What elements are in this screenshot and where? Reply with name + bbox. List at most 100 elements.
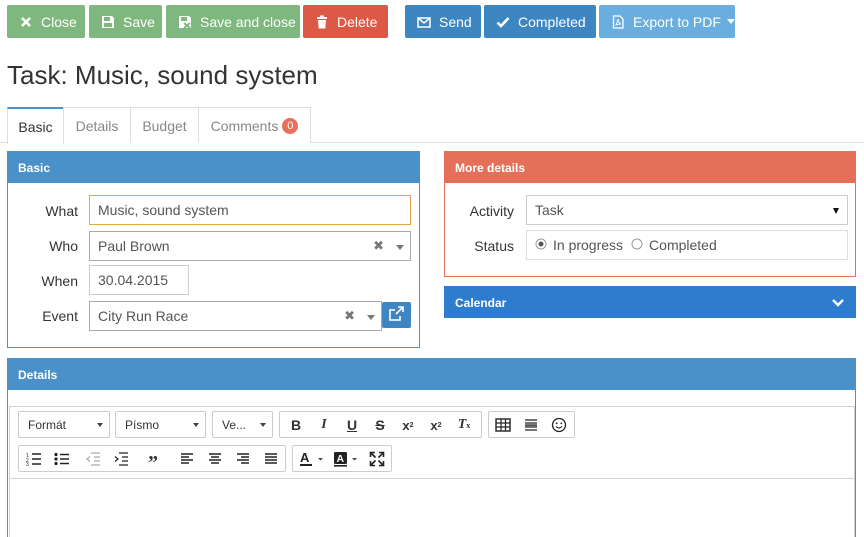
close-button[interactable]: Close bbox=[7, 5, 85, 38]
pdf-file-icon bbox=[611, 14, 625, 29]
tab-basic[interactable]: Basic bbox=[7, 107, 64, 144]
calendar-panel[interactable]: Calendar bbox=[444, 286, 856, 318]
tab-bar: Basic Details Budget Comments 0 bbox=[0, 107, 864, 144]
outdent-icon[interactable] bbox=[83, 450, 103, 468]
calendar-panel-title: Calendar bbox=[455, 295, 507, 310]
superscript-icon[interactable]: x2 bbox=[426, 416, 446, 434]
event-label: Event bbox=[42, 308, 78, 324]
status-radio-group: In progress Completed bbox=[526, 230, 848, 260]
blockquote-icon[interactable]: ” bbox=[143, 450, 163, 474]
checkmark-icon bbox=[496, 15, 510, 29]
font-dropdown[interactable]: Písmo bbox=[115, 411, 206, 438]
horizontal-rule-icon[interactable] bbox=[521, 416, 541, 434]
calendar-panel-header[interactable]: Calendar bbox=[445, 287, 855, 318]
comments-count-badge: 0 bbox=[282, 117, 299, 134]
delete-button[interactable]: Delete bbox=[303, 5, 388, 38]
insert-group bbox=[488, 411, 575, 438]
export-pdf-button[interactable]: Export to PDF bbox=[599, 5, 735, 38]
align-center-icon[interactable] bbox=[205, 450, 225, 468]
font-dropdown-label: Písmo bbox=[125, 417, 160, 432]
when-date-input[interactable]: 30.04.2015 bbox=[89, 265, 189, 295]
underline-icon[interactable]: U bbox=[342, 416, 362, 434]
event-select-value: City Run Race bbox=[98, 308, 189, 324]
status-label: Status bbox=[474, 238, 514, 254]
activity-label: Activity bbox=[469, 203, 514, 219]
basic-panel-title: Basic bbox=[8, 152, 419, 183]
chevron-down-icon[interactable] bbox=[396, 245, 404, 250]
tab-comments[interactable]: Comments 0 bbox=[198, 107, 311, 143]
chevron-down-icon bbox=[97, 423, 103, 427]
radio-completed-label: Completed bbox=[649, 237, 717, 253]
radio-in-progress-label: In progress bbox=[553, 237, 624, 253]
chevron-down-icon[interactable] bbox=[831, 298, 845, 308]
more-details-title: More details bbox=[445, 152, 855, 183]
radio-in-progress[interactable]: In progress bbox=[535, 237, 623, 253]
bold-icon[interactable]: B bbox=[286, 416, 306, 434]
save-and-close-button[interactable]: Save and close bbox=[166, 5, 300, 38]
rich-text-editor: Formát Písmo Ve... B I U S x2 x2 Tx 1 2 … bbox=[9, 406, 855, 537]
who-select-value: Paul Brown bbox=[98, 238, 170, 254]
justify-icon[interactable] bbox=[261, 450, 281, 468]
background-color-icon[interactable]: A bbox=[333, 450, 361, 468]
save-button[interactable]: Save bbox=[89, 5, 162, 38]
svg-text:A: A bbox=[300, 451, 310, 465]
chevron-down-icon[interactable] bbox=[367, 315, 375, 320]
format-dropdown-label: Formát bbox=[28, 417, 67, 432]
editor-toolbar: Formát Písmo Ve... B I U S x2 x2 Tx 1 2 … bbox=[10, 407, 854, 479]
svg-text:A: A bbox=[337, 453, 345, 465]
bulleted-list-icon[interactable] bbox=[52, 450, 72, 468]
close-button-label: Close bbox=[41, 13, 77, 30]
size-dropdown-label: Ve... bbox=[222, 417, 247, 432]
strikethrough-icon[interactable]: S bbox=[370, 416, 390, 434]
details-panel-title: Details bbox=[8, 359, 855, 390]
what-input[interactable]: Music, sound system bbox=[89, 195, 411, 225]
table-icon[interactable] bbox=[493, 416, 513, 434]
remove-format-icon[interactable]: Tx bbox=[454, 416, 474, 434]
open-event-button[interactable] bbox=[382, 302, 411, 328]
radio-completed[interactable]: Completed bbox=[631, 237, 717, 253]
size-dropdown[interactable]: Ve... bbox=[212, 411, 273, 438]
chevron-down-icon[interactable] bbox=[833, 208, 839, 214]
save-button-label: Save bbox=[123, 13, 155, 30]
completed-button[interactable]: Completed bbox=[484, 5, 596, 38]
clear-icon[interactable]: ✖ bbox=[373, 238, 384, 254]
send-button-label: Send bbox=[439, 13, 472, 30]
maximize-icon[interactable] bbox=[367, 450, 387, 468]
editor-content-area[interactable] bbox=[10, 479, 854, 537]
tab-details[interactable]: Details bbox=[63, 107, 131, 143]
who-label: Who bbox=[49, 238, 78, 254]
chevron-down-icon bbox=[260, 423, 266, 427]
text-color-icon[interactable]: A bbox=[299, 450, 327, 468]
when-label: When bbox=[41, 273, 78, 289]
envelope-icon bbox=[417, 15, 431, 29]
italic-icon[interactable]: I bbox=[314, 416, 334, 434]
activity-select[interactable]: Task bbox=[526, 195, 848, 225]
external-link-icon bbox=[389, 306, 404, 321]
text-style-group: B I U S x2 x2 Tx bbox=[279, 411, 482, 438]
page-title: Task: Music, sound system bbox=[7, 60, 318, 90]
align-right-icon[interactable] bbox=[233, 450, 253, 468]
export-pdf-label: Export to PDF bbox=[633, 13, 721, 30]
who-select[interactable]: Paul Brown ✖ bbox=[89, 231, 411, 261]
activity-select-value: Task bbox=[535, 202, 564, 218]
chevron-down-icon bbox=[193, 423, 199, 427]
floppy-icon bbox=[101, 15, 115, 29]
tab-details-label: Details bbox=[75, 117, 119, 134]
send-button[interactable]: Send bbox=[405, 5, 481, 38]
event-select[interactable]: City Run Race ✖ bbox=[89, 301, 382, 331]
chevron-down-icon bbox=[726, 19, 735, 24]
align-left-icon[interactable] bbox=[177, 450, 197, 468]
numbered-list-icon[interactable]: 123 bbox=[24, 450, 44, 468]
delete-button-label: Delete bbox=[337, 13, 378, 30]
radio-unchecked-icon bbox=[631, 238, 643, 250]
floppy-close-icon bbox=[178, 15, 192, 29]
clear-icon[interactable]: ✖ bbox=[344, 308, 355, 324]
trash-icon bbox=[315, 15, 329, 29]
format-dropdown[interactable]: Formát bbox=[18, 411, 110, 438]
smiley-icon[interactable] bbox=[549, 416, 569, 434]
subscript-icon[interactable]: x2 bbox=[398, 416, 418, 434]
indent-icon[interactable] bbox=[111, 450, 131, 468]
tab-budget-label: Budget bbox=[142, 117, 187, 134]
tab-budget[interactable]: Budget bbox=[130, 107, 199, 143]
paragraph-group: 123 ” bbox=[18, 445, 286, 474]
